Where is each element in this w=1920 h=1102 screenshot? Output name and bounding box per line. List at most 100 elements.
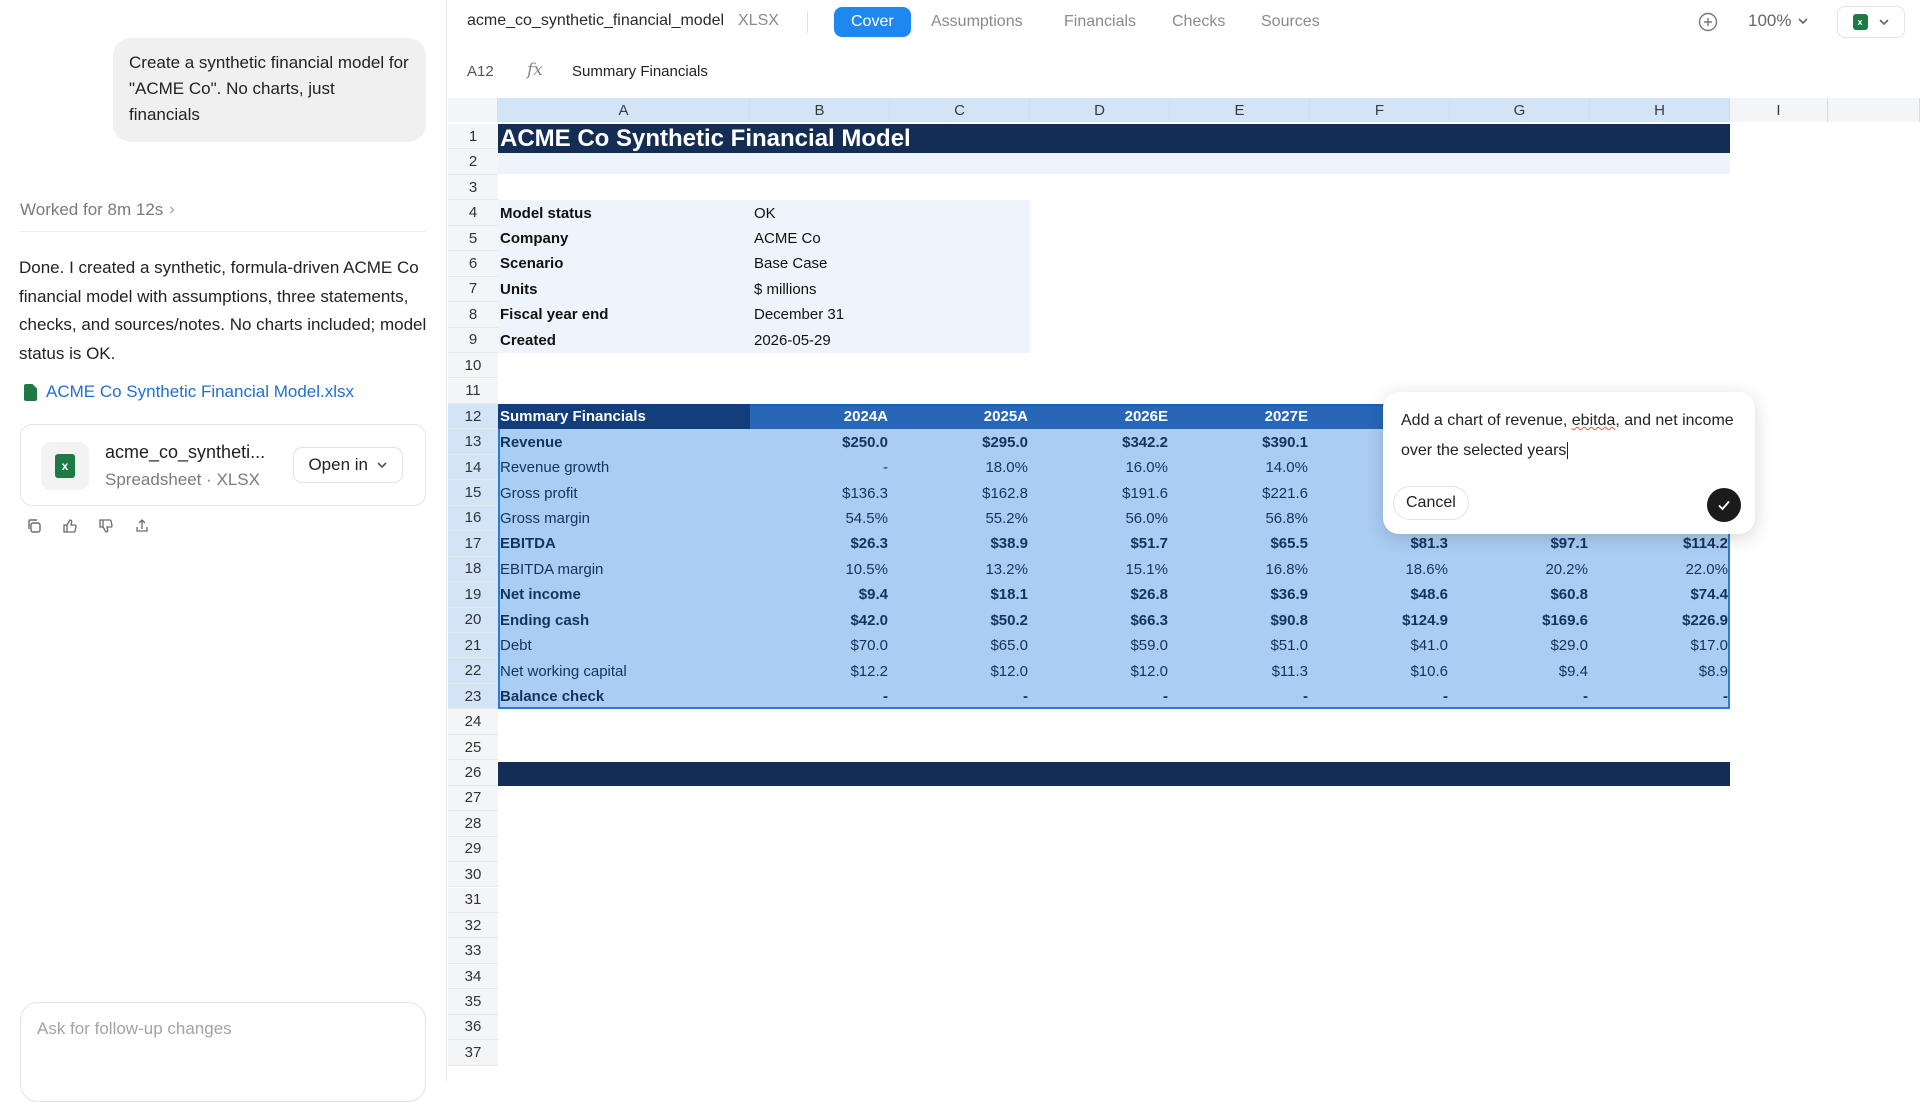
tab-assumptions[interactable]: Assumptions xyxy=(914,7,1040,37)
summary-value-cell[interactable]: - xyxy=(1450,684,1590,709)
row-header-18[interactable]: 18 xyxy=(448,556,498,583)
summary-value-cell[interactable]: 15.1% xyxy=(1030,557,1170,582)
open-in-button[interactable]: Open in xyxy=(293,447,403,483)
summary-value-cell[interactable]: $66.3 xyxy=(1030,608,1170,633)
summary-value-cell[interactable]: $12.2 xyxy=(750,658,890,683)
row-header-20[interactable]: 20 xyxy=(448,607,498,633)
summary-value-cell[interactable]: - xyxy=(750,684,890,709)
summary-row-label[interactable]: Gross margin xyxy=(498,506,750,531)
summary-row-label[interactable]: Balance check xyxy=(498,684,750,709)
info-label-cell[interactable]: Created xyxy=(498,328,750,353)
row-header-12[interactable]: 12 xyxy=(448,403,498,430)
open-in-excel-button[interactable]: x xyxy=(1837,6,1905,38)
file-card[interactable]: x acme_co_syntheti... Spreadsheet · XLSX… xyxy=(20,424,426,506)
confirm-button[interactable] xyxy=(1707,488,1741,522)
row-header-10[interactable]: 10 xyxy=(448,353,498,379)
info-label-cell[interactable]: Scenario xyxy=(498,251,750,276)
summary-value-cell[interactable]: $18.1 xyxy=(890,582,1030,607)
row-header-26[interactable]: 26 xyxy=(448,760,498,786)
summary-value-cell[interactable]: $390.1 xyxy=(1170,429,1310,454)
row-header-29[interactable]: 29 xyxy=(448,836,498,863)
summary-value-cell[interactable]: $50.2 xyxy=(890,608,1030,633)
summary-value-cell[interactable]: - xyxy=(1030,684,1170,709)
info-label-cell[interactable]: Units xyxy=(498,277,750,302)
zoom-select[interactable]: 100% xyxy=(1748,11,1809,31)
summary-value-cell[interactable]: 10.5% xyxy=(750,557,890,582)
row-header-7[interactable]: 7 xyxy=(448,276,498,303)
column-header-h[interactable]: H xyxy=(1590,98,1730,122)
cell-reference[interactable]: A12 xyxy=(467,63,494,80)
thumbs-down-icon[interactable] xyxy=(98,518,114,534)
summary-value-cell[interactable]: $65.0 xyxy=(890,633,1030,658)
summary-value-cell[interactable]: 18.0% xyxy=(890,455,1030,480)
summary-value-cell[interactable]: $29.0 xyxy=(1450,633,1590,658)
summary-value-cell[interactable]: $226.9 xyxy=(1590,608,1730,633)
summary-value-cell[interactable]: $26.3 xyxy=(750,531,890,556)
summary-value-cell[interactable]: $38.9 xyxy=(890,531,1030,556)
followup-input[interactable] xyxy=(37,1019,397,1039)
row-header-25[interactable]: 25 xyxy=(448,734,498,761)
row-header-11[interactable]: 11 xyxy=(448,378,498,404)
worked-for-toggle[interactable]: Worked for 8m 12s › xyxy=(20,200,175,220)
info-value-cell[interactable]: OK xyxy=(752,200,892,225)
summary-value-cell[interactable]: $36.9 xyxy=(1170,582,1310,607)
thumbs-up-icon[interactable] xyxy=(62,518,78,534)
info-label-cell[interactable]: Fiscal year end xyxy=(498,302,750,327)
summary-value-cell[interactable]: $42.0 xyxy=(750,608,890,633)
row-header-6[interactable]: 6 xyxy=(448,251,498,277)
tab-checks[interactable]: Checks xyxy=(1155,7,1242,37)
summary-row-label[interactable]: Ending cash xyxy=(498,608,750,633)
summary-value-cell[interactable]: $124.9 xyxy=(1310,608,1450,633)
summary-value-cell[interactable]: 16.0% xyxy=(1030,455,1170,480)
summary-value-cell[interactable]: $97.1 xyxy=(1450,531,1590,556)
summary-value-cell[interactable]: $162.8 xyxy=(890,480,1030,505)
tab-sources[interactable]: Sources xyxy=(1244,7,1337,37)
summary-value-cell[interactable]: $51.0 xyxy=(1170,633,1310,658)
info-value-cell[interactable]: Base Case xyxy=(752,251,892,276)
row-header-30[interactable]: 30 xyxy=(448,862,498,888)
row-header-33[interactable]: 33 xyxy=(448,938,498,964)
summary-row-label[interactable]: Revenue growth xyxy=(498,455,750,480)
summary-row-label[interactable]: EBITDA xyxy=(498,531,750,556)
summary-value-cell[interactable]: 14.0% xyxy=(1170,455,1310,480)
summary-value-cell[interactable]: 20.2% xyxy=(1450,557,1590,582)
summary-value-cell[interactable]: 16.8% xyxy=(1170,557,1310,582)
tab-financials[interactable]: Financials xyxy=(1047,7,1153,37)
summary-value-cell[interactable]: 18.6% xyxy=(1310,557,1450,582)
summary-value-cell[interactable]: $136.3 xyxy=(750,480,890,505)
summary-value-cell[interactable]: $26.8 xyxy=(1030,582,1170,607)
summary-row-label[interactable]: Net income xyxy=(498,582,750,607)
summary-value-cell[interactable]: 56.8% xyxy=(1170,506,1310,531)
column-header-g[interactable]: G xyxy=(1450,98,1590,122)
column-header-b[interactable]: B xyxy=(750,98,890,122)
summary-value-cell[interactable]: $74.4 xyxy=(1590,582,1730,607)
row-header-14[interactable]: 14 xyxy=(448,454,498,481)
summary-header-label[interactable]: Summary Financials xyxy=(498,404,750,429)
summary-row-label[interactable]: Debt xyxy=(498,633,750,658)
summary-value-cell[interactable]: $169.6 xyxy=(1450,608,1590,633)
row-header-24[interactable]: 24 xyxy=(448,709,498,735)
summary-value-cell[interactable]: $70.0 xyxy=(750,633,890,658)
row-header-28[interactable]: 28 xyxy=(448,811,498,837)
summary-value-cell[interactable]: 22.0% xyxy=(1590,557,1730,582)
summary-value-cell[interactable]: 54.5% xyxy=(750,506,890,531)
summary-year-header[interactable]: 2026E xyxy=(1030,404,1170,429)
info-value-cell[interactable]: 2026-05-29 xyxy=(752,328,892,353)
summary-value-cell[interactable]: $250.0 xyxy=(750,429,890,454)
row-header-2[interactable]: 2 xyxy=(448,149,498,175)
column-header-f[interactable]: F xyxy=(1310,98,1450,122)
row-header-8[interactable]: 8 xyxy=(448,302,498,328)
row-header-27[interactable]: 27 xyxy=(448,785,498,812)
tab-cover[interactable]: Cover xyxy=(834,7,911,37)
summary-year-header[interactable]: 2027E xyxy=(1170,404,1310,429)
info-value-cell[interactable]: $ millions xyxy=(752,277,892,302)
info-value-cell[interactable]: ACME Co xyxy=(752,226,892,251)
chart-request-input[interactable]: Add a chart of revenue, ebitda, and net … xyxy=(1401,406,1741,466)
summary-value-cell[interactable]: - xyxy=(1170,684,1310,709)
row-header-37[interactable]: 37 xyxy=(448,1040,498,1066)
summary-value-cell[interactable]: $295.0 xyxy=(890,429,1030,454)
row-header-4[interactable]: 4 xyxy=(448,200,498,226)
summary-value-cell[interactable]: - xyxy=(890,684,1030,709)
row-header-19[interactable]: 19 xyxy=(448,582,498,608)
row-header-9[interactable]: 9 xyxy=(448,327,498,354)
